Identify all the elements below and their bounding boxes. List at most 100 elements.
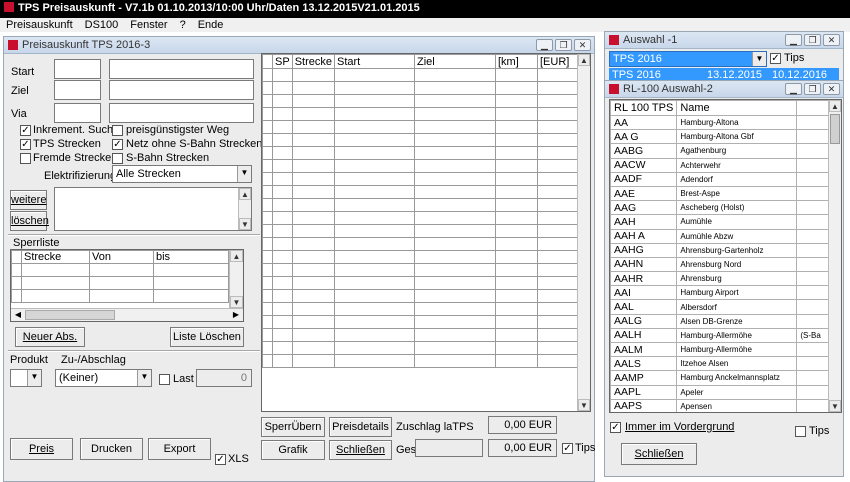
menu-ds100[interactable]: DS100 [79,18,125,32]
sperrliste-hscroll[interactable]: ◀ ▶ [11,308,243,321]
minimize-icon[interactable]: ▁ [785,83,802,95]
sperrliste-vscroll[interactable]: ▲ ▼ [229,250,243,308]
list-item[interactable]: AA Hamburg-Altona [610,114,829,131]
chevron-down-icon[interactable]: ▼ [752,52,766,66]
scroll-thumb[interactable] [25,310,115,320]
loeschen-button[interactable]: löschen [10,211,49,231]
weitere-button[interactable]: weitere [10,190,47,210]
rl100-schliessen-button[interactable]: Schließen [621,443,697,465]
restore-icon[interactable]: ❐ [804,34,821,46]
zuabschlag-select[interactable]: (Keiner) ▼ [55,369,152,387]
menu-preisauskunft[interactable]: Preisauskunft [0,18,79,32]
scroll-thumb[interactable] [830,114,840,144]
scroll-down-icon[interactable]: ▼ [230,296,243,308]
list-item[interactable]: AAPS Apensen [610,398,829,412]
table-row[interactable] [262,302,579,316]
grafik-button[interactable]: Grafik [261,440,325,460]
restore-icon[interactable]: ❐ [555,39,572,51]
list-item[interactable]: AAL Albersdorf [610,299,829,315]
ziel-code-input[interactable] [54,80,101,100]
chevron-down-icon[interactable]: ▼ [137,370,151,386]
via-code-input[interactable] [54,103,101,123]
table-row[interactable] [11,276,229,290]
rl100-grid[interactable]: RL 100 TPS Name AA Hamburg-Altona AA G Hamb… [609,99,842,413]
scroll-left-icon[interactable]: ◀ [11,309,25,321]
list-item[interactable]: AABG Agathenburg [610,143,829,159]
fremde-strecken-checkbox[interactable] [20,153,31,164]
list-item[interactable]: AAHR Ahrensburg [610,271,829,287]
last-input[interactable]: 0 [196,369,252,387]
start-name-input[interactable] [109,59,254,79]
ziel-name-input[interactable] [109,80,254,100]
table-row[interactable] [262,107,579,121]
scroll-up-icon[interactable]: ▲ [578,54,590,66]
list-item[interactable]: AAPL Apeler [610,384,829,400]
list-item[interactable]: AAMP Hamburg Anckelmannsplatz [610,370,829,386]
last-checkbox[interactable] [159,374,170,385]
produkt-select[interactable]: ▼ [10,369,42,387]
table-row[interactable] [262,133,579,147]
menu-ende[interactable]: Ende [192,18,230,32]
list-item[interactable]: AALG Alsen DB-Grenze [610,313,829,329]
chevron-down-icon[interactable]: ▼ [27,370,41,386]
close-icon[interactable]: ✕ [823,83,840,95]
via-name-input[interactable] [109,103,254,123]
table-row[interactable] [262,198,579,212]
scroll-down-icon[interactable]: ▼ [239,218,251,230]
preis-button[interactable]: Preis [10,438,73,460]
list-item[interactable]: AALS Itzehoe Alsen [610,356,829,372]
preisdetails-button[interactable]: Preisdetails [329,417,392,437]
table-row[interactable] [262,263,579,277]
rl100-vscroll[interactable]: ▲ ▼ [828,100,841,412]
minimize-icon[interactable]: ▁ [785,34,802,46]
start-code-input[interactable] [54,59,101,79]
sbahn-strecken-checkbox[interactable] [112,153,123,164]
table-row[interactable] [262,172,579,186]
export-button[interactable]: Export [148,438,211,460]
list-item[interactable]: AAH A Aumühle Abzw [610,228,829,244]
table-row[interactable] [262,94,579,108]
table-row[interactable] [262,328,579,342]
scroll-up-icon[interactable]: ▲ [829,100,841,112]
scroll-right-icon[interactable]: ▶ [229,309,243,321]
table-row[interactable] [262,250,579,264]
menu-help[interactable]: ? [174,18,192,32]
chevron-down-icon[interactable]: ▼ [237,166,251,182]
restore-icon[interactable]: ❐ [804,83,821,95]
netz-ohne-sbahn-checkbox[interactable]: ✓ [112,139,123,150]
list-item[interactable]: AAE Brest-Aspe [610,185,829,202]
table-row[interactable] [262,289,579,303]
neuer-abs-button[interactable]: Neuer Abs. [15,327,85,347]
menu-fenster[interactable]: Fenster [124,18,173,32]
results-grid[interactable]: SP Strecke Start Ziel [km] [EUR] ▲ ▼ [261,53,591,412]
list-item[interactable]: AADF Adendorf [610,171,829,187]
close-icon[interactable]: ✕ [574,39,591,51]
close-icon[interactable]: ✕ [823,34,840,46]
sperr-uebern-button[interactable]: SperrÜbern [261,417,325,437]
table-row[interactable] [11,289,229,303]
drucken-button[interactable]: Drucken [80,438,143,460]
table-row[interactable] [262,120,579,134]
list-item[interactable]: AALM Hamburg-Allermöhe [610,341,829,358]
scroll-up-icon[interactable]: ▲ [239,188,251,200]
immer-vordergrund-checkbox[interactable]: ✓ [610,422,621,433]
table-row[interactable] [262,237,579,251]
xls-checkbox[interactable]: ✓ [215,454,226,465]
list-item[interactable]: AAI Hamburg Airport [610,285,829,301]
rl100-tips-checkbox[interactable] [795,426,806,437]
list-item[interactable]: AAHN Ahrensburg Nord [610,256,829,273]
inkrement-checkbox[interactable]: ✓ [20,125,31,136]
scroll-down-icon[interactable]: ▼ [578,399,590,411]
list-item[interactable]: AALH Hamburg-Allermöhe (S-Ba [610,327,829,344]
tps-strecken-checkbox[interactable]: ✓ [20,139,31,150]
list-item[interactable]: AA G Hamburg-Altona Gbf [610,129,829,145]
table-row[interactable] [262,276,579,290]
scroll-down-icon[interactable]: ▼ [829,400,841,412]
list-item[interactable]: AACW Achterwehr [610,157,829,173]
table-row[interactable] [262,341,579,355]
list-item[interactable]: AAG Ascheberg (Holst) [610,200,829,216]
liste-loeschen-button[interactable]: Liste Löschen [170,327,244,347]
list-item[interactable]: AAHG Ahrensburg-Gartenholz [610,242,829,258]
schliessen-button[interactable]: Schließen [329,440,392,460]
weitere-scrollbar[interactable]: ▲ ▼ [238,188,251,230]
